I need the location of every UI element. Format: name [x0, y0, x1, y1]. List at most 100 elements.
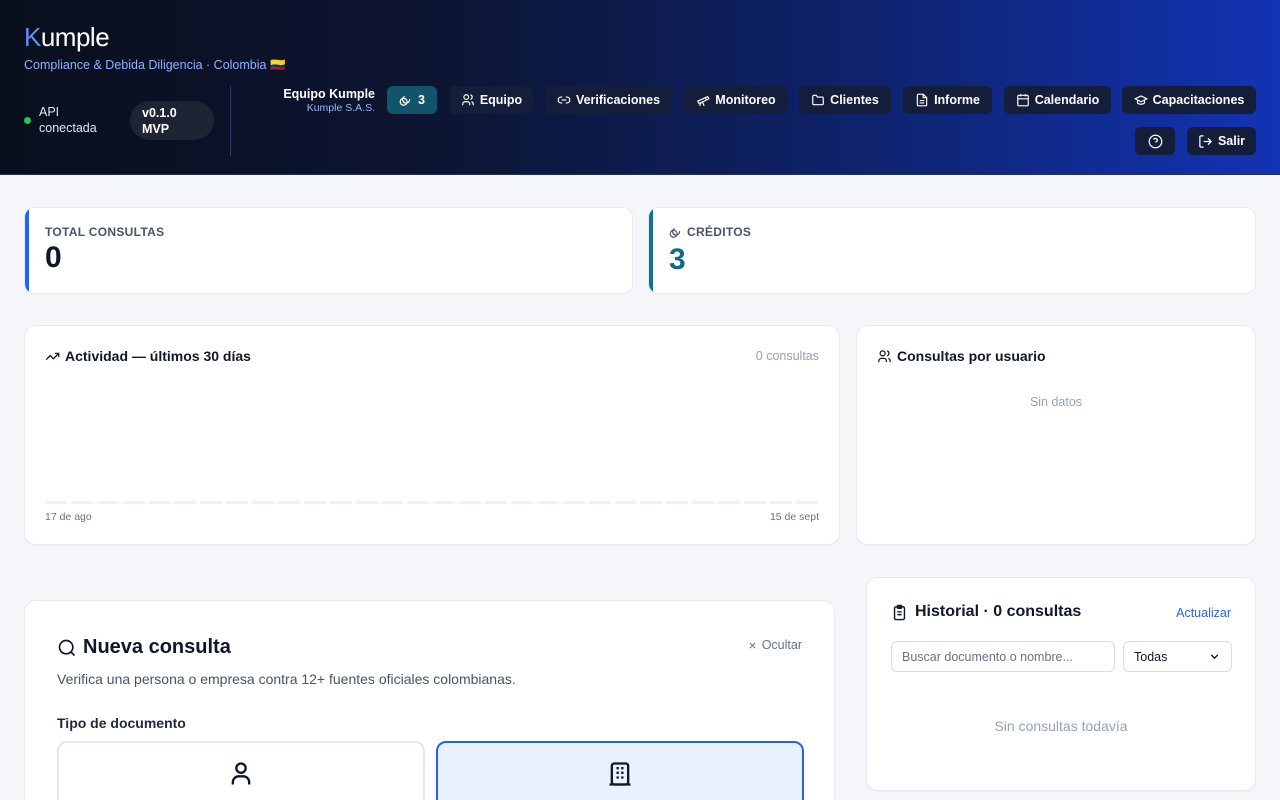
historial-title-row: Historial · 0 consultas: [891, 603, 1081, 621]
activity-bar-5: [148, 501, 171, 504]
filter-value: Todas: [1134, 649, 1168, 664]
team-info: Equipo Kumple Kumple S.A.S.: [240, 87, 375, 114]
users-icon: [878, 349, 891, 362]
activity-bar-18: [485, 501, 508, 504]
activity-bar-6: [174, 501, 197, 504]
activity-bar-4: [122, 501, 145, 504]
activity-bar-8: [226, 501, 249, 504]
creditos-label-row: CRÉDITOS: [669, 225, 751, 239]
activity-bar-14: [381, 501, 404, 504]
credits-button[interactable]: 3: [387, 86, 437, 114]
activity-bar-22: [588, 501, 611, 504]
creditos-label: CRÉDITOS: [687, 225, 752, 239]
activity-bar-12: [329, 501, 352, 504]
historial-search-input[interactable]: [891, 641, 1115, 672]
activity-bar-28: [744, 501, 766, 504]
activity-bar-9: [252, 501, 275, 504]
link-icon: [557, 96, 571, 104]
nav-capacitaciones[interactable]: Capacitaciones: [1122, 86, 1256, 114]
creditos-value: 3: [669, 243, 686, 276]
user-icon: [231, 762, 251, 785]
nav-monitoreo[interactable]: Monitoreo: [684, 86, 788, 114]
nav-informe[interactable]: Informe: [903, 86, 992, 114]
activity-bar-23: [614, 501, 637, 504]
app-header: Kumple Compliance & Debida Diligencia · …: [0, 0, 1280, 175]
help-button[interactable]: [1135, 127, 1175, 155]
activity-bar-1: [45, 501, 67, 504]
creditos-card: CRÉDITOS 3: [648, 207, 1256, 294]
per-user-title-row: Consultas por usuario: [877, 348, 1046, 364]
nav-clientes[interactable]: Clientes: [799, 86, 891, 114]
historial-card: Historial · 0 consultas Actualizar Todas…: [866, 577, 1256, 791]
activity-chart: [45, 501, 818, 504]
users-icon: [461, 94, 474, 106]
logout-icon: [1199, 134, 1212, 148]
historial-title: Historial · 0 consultas: [915, 603, 1082, 620]
total-consultas-card: TOTAL CONSULTAS 0: [24, 207, 633, 294]
activity-count: 0 consultas: [755, 349, 819, 363]
historial-empty: Sin consultas todavía: [994, 718, 1128, 734]
calendar-icon: [1016, 94, 1029, 107]
header-divider: [230, 86, 231, 156]
chevron-down-icon: [1210, 654, 1219, 660]
hide-button[interactable]: Ocultar: [747, 638, 802, 652]
activity-bar-11: [303, 501, 326, 504]
activity-bar-21: [562, 501, 585, 504]
activity-card: Actividad — últimos 30 días 0 consultas …: [24, 325, 840, 545]
api-status-text: API conectada: [39, 105, 97, 135]
doc-type-persona[interactable]: [57, 741, 425, 800]
activity-bar-10: [278, 501, 300, 504]
tagline: Compliance & Debida Diligencia · Colombi…: [24, 58, 286, 72]
nav-equipo[interactable]: Equipo: [450, 86, 533, 114]
coins-icon: [399, 95, 411, 106]
nueva-consulta-description: Verifica una persona o empresa contra 12…: [57, 671, 516, 687]
historial-filter-select[interactable]: Todas: [1123, 641, 1232, 672]
activity-bar-3: [96, 501, 119, 504]
doc-type-label: Tipo de documento: [57, 715, 186, 731]
nueva-consulta-card: Nueva consulta Ocultar Verifica una pers…: [24, 600, 835, 800]
nueva-consulta-title-row: Nueva consulta: [57, 636, 231, 659]
help-circle-icon: [1148, 134, 1162, 148]
graduation-cap-icon: [1133, 95, 1148, 105]
activity-title-row: Actividad — últimos 30 días: [45, 348, 251, 364]
activity-bar-19: [511, 501, 533, 504]
total-consultas-value: 0: [45, 241, 62, 274]
chart-end-label: 15 de sept: [769, 511, 819, 523]
kumple-logo[interactable]: Kumple: [24, 22, 110, 53]
activity-bar-15: [407, 501, 430, 504]
file-text-icon: [916, 93, 928, 107]
refresh-link[interactable]: Actualizar: [1176, 606, 1231, 620]
per-user-card: Consultas por usuario Sin datos: [856, 325, 1256, 545]
search-icon: [58, 639, 76, 656]
activity-bar-16: [433, 501, 456, 504]
api-status: API conectada: [24, 104, 109, 136]
logout-button[interactable]: Salir: [1187, 127, 1256, 155]
close-icon: [749, 641, 756, 649]
per-user-empty: Sin datos: [1029, 395, 1083, 409]
activity-bar-24: [640, 501, 663, 504]
chart-start-label: 17 de ago: [45, 511, 92, 523]
nav-verificaciones[interactable]: Verificaciones: [545, 86, 672, 114]
activity-bar-30: [795, 501, 818, 504]
activity-title: Actividad — últimos 30 días: [65, 348, 251, 364]
version-badge: v0.1.0 MVP: [130, 101, 214, 140]
building-icon: [609, 762, 631, 786]
activity-bar-17: [459, 501, 482, 504]
nueva-consulta-title: Nueva consulta: [83, 636, 231, 658]
activity-bar-2: [70, 501, 93, 504]
activity-bar-13: [355, 501, 378, 504]
doc-type-empresa[interactable]: [436, 741, 804, 800]
clipboard-list-icon: [893, 604, 906, 620]
nav-calendario[interactable]: Calendario: [1004, 86, 1111, 114]
total-consultas-label: TOTAL CONSULTAS: [45, 225, 165, 239]
coins-icon: [669, 227, 681, 238]
team-name: Equipo Kumple: [283, 87, 375, 101]
activity-bar-20: [536, 501, 559, 504]
trending-up-icon: [45, 352, 60, 360]
activity-bar-29: [769, 501, 792, 504]
status-dot-icon: [24, 117, 31, 124]
activity-bar-27: [718, 501, 741, 504]
activity-bar-25: [666, 501, 689, 504]
telescope-icon: [697, 95, 710, 107]
per-user-title: Consultas por usuario: [897, 348, 1046, 364]
